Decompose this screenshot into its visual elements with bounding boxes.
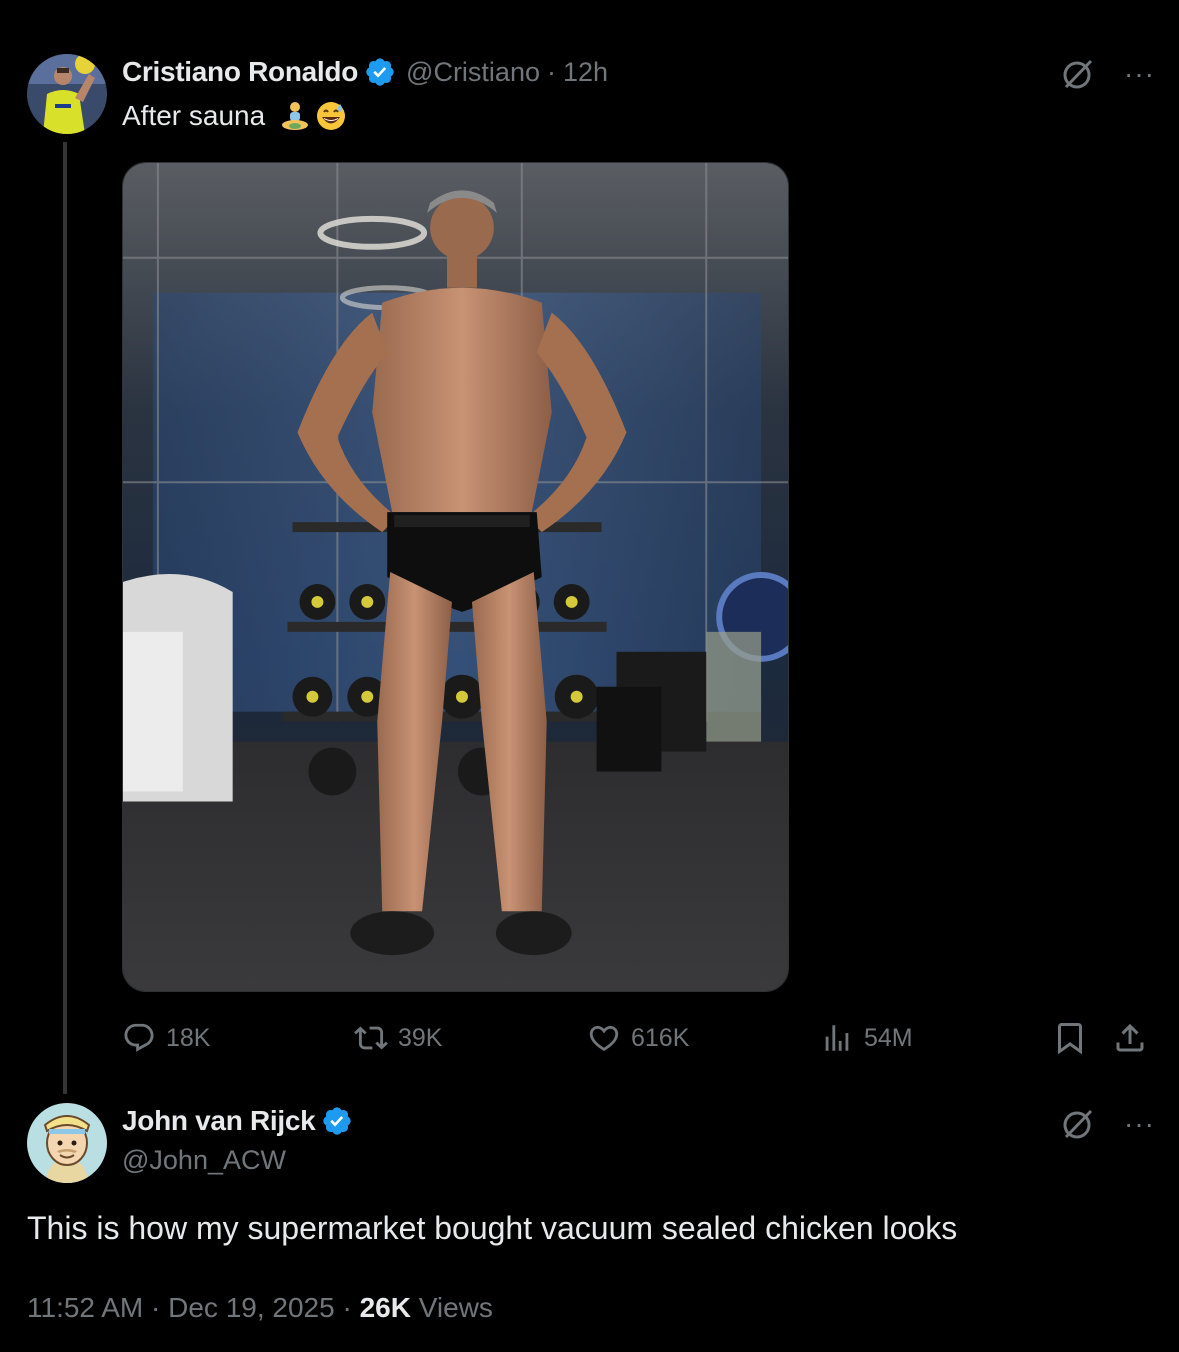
reply-author-handle[interactable]: @John_ACW	[122, 1145, 286, 1176]
reply-author-name[interactable]: John van Rijck	[122, 1105, 316, 1137]
tweet-top-actions: ···	[1060, 56, 1155, 92]
reply-handle-row: @John_ACW	[122, 1145, 286, 1176]
tweet-text: After sauna	[122, 100, 347, 132]
repost-icon	[354, 1026, 388, 1050]
tweet-text-content: After sauna	[122, 100, 266, 131]
reply-count: 18K	[166, 1023, 211, 1052]
separator-dot: ·	[151, 1292, 161, 1323]
like-icon	[589, 1025, 619, 1051]
avatar-john[interactable]	[27, 1103, 107, 1183]
reply-header: John van Rijck	[122, 1105, 353, 1137]
reply-icon	[124, 1023, 154, 1052]
share-icon[interactable]	[1112, 1020, 1148, 1056]
avatar-cristiano[interactable]	[27, 54, 107, 134]
separator-dot: ·	[546, 56, 556, 87]
views-icon	[825, 1025, 849, 1051]
reply-time[interactable]: 11:52 AM	[27, 1292, 143, 1323]
grok-icon[interactable]	[1060, 56, 1096, 92]
reply-text: This is how my supermarket bought vacuum…	[27, 1210, 958, 1246]
repost-count: 39K	[398, 1023, 443, 1052]
grok-icon[interactable]	[1060, 1106, 1096, 1142]
separator-dot: ·	[342, 1292, 352, 1323]
bookmark-icon[interactable]	[1052, 1020, 1088, 1056]
like-count: 616K	[631, 1023, 690, 1052]
reply-meta: 11:52 AM · Dec 19, 2025 · 26K Views	[27, 1292, 493, 1324]
repost-action[interactable]: 39K	[354, 1020, 442, 1056]
reply-date[interactable]: Dec 19, 2025	[168, 1292, 335, 1323]
grinning-face-with-sweat-icon	[317, 102, 346, 130]
tweet-header: Cristiano Ronaldo @Cristiano · 12h	[122, 56, 608, 88]
author-handle[interactable]: @Cristiano	[406, 57, 540, 88]
person-in-lotus-position-icon	[282, 102, 309, 130]
reply-action[interactable]: 18K	[122, 1020, 210, 1056]
reply-views-count: 26K	[359, 1292, 411, 1323]
views-action[interactable]: 54M	[820, 1020, 913, 1056]
views-count: 54M	[864, 1023, 913, 1052]
more-icon[interactable]: ···	[1124, 1110, 1155, 1138]
tweet-time[interactable]: 12h	[563, 57, 608, 88]
more-icon[interactable]: ···	[1124, 60, 1155, 88]
reply-top-actions: ···	[1060, 1106, 1155, 1142]
verified-badge-icon	[366, 58, 394, 86]
verified-badge-icon	[323, 1107, 352, 1135]
tweet-media-image[interactable]	[122, 162, 789, 992]
thread-line	[63, 142, 67, 1094]
reply-views-label: Views	[418, 1292, 493, 1323]
author-name[interactable]: Cristiano Ronaldo	[122, 56, 358, 88]
like-action[interactable]: 616K	[587, 1020, 689, 1056]
